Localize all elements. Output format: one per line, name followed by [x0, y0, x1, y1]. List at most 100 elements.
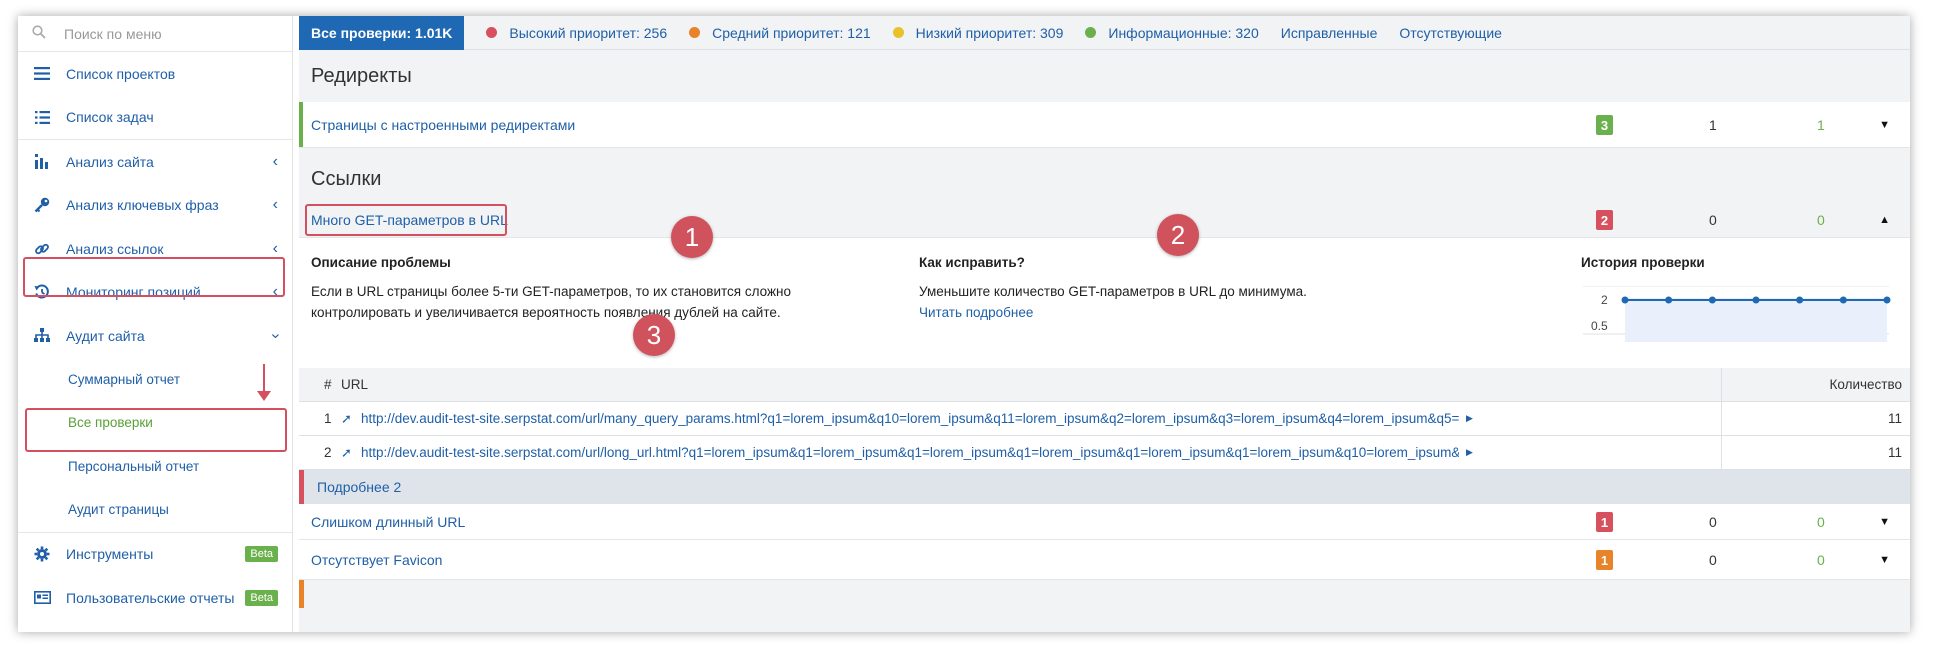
sidebar-item-label: Анализ сайта: [66, 153, 154, 170]
highlight-site-audit: [23, 257, 285, 297]
annotation-marker-1: 1: [671, 216, 713, 258]
check-row-label[interactable]: Слишком длинный URL: [311, 514, 465, 530]
orange-dot-icon: [689, 27, 701, 38]
check-row-long-url[interactable]: Слишком длинный URL 1 0 0 ▼: [299, 504, 1910, 540]
issue-count-badge: 2: [1596, 210, 1613, 230]
search-icon: [32, 25, 50, 42]
history-tick-top: 2: [1601, 293, 1608, 307]
sidebar-item-label: Анализ ключевых фраз: [66, 197, 219, 214]
app-frame: Поиск по меню Список проектов Список зад…: [18, 16, 1910, 632]
read-more-link[interactable]: Читать подробнее: [919, 305, 1033, 320]
beta-badge: Beta: [245, 589, 278, 606]
section-title-links: Ссылки: [311, 167, 382, 190]
section-title-redirects: Редиректы: [311, 64, 412, 87]
row-num: 2: [324, 445, 332, 460]
check-row-many-get-params[interactable]: Много GET-параметров в URL 2 0 0 ▲: [299, 202, 1910, 238]
sidebar-item-custom-reports[interactable]: Пользовательские отчеты Beta: [18, 576, 292, 620]
menu-search-placeholder: Поиск по меню: [64, 25, 162, 42]
sidebar-item-label: Аудит сайта: [66, 327, 145, 344]
history-point: [1752, 296, 1760, 304]
row-url-link[interactable]: http://dev.audit-test-site.serpstat.com/…: [361, 445, 1459, 460]
highlight-all-checks: [25, 408, 287, 452]
history-tick-bottom: 0.5: [1591, 319, 1608, 333]
col-divider: [1721, 436, 1722, 469]
count-b: 0: [1817, 513, 1825, 530]
expand-right-icon[interactable]: ▶: [1466, 413, 1473, 424]
menu-icon: [32, 67, 52, 81]
caret-down-icon[interactable]: ▼: [1879, 516, 1890, 528]
count-a: 0: [1709, 513, 1717, 530]
yellow-dot-icon: [892, 27, 904, 38]
check-details: Описание проблемы Если в URL страницы бо…: [299, 238, 1910, 368]
sidebar-item-label: Список задач: [66, 109, 154, 126]
sidebar-item-keywords[interactable]: Анализ ключевых фраз ‹: [18, 184, 292, 228]
sidebar: Поиск по меню Список проектов Список зад…: [18, 16, 293, 632]
tab-all-checks[interactable]: Все проверки: 1.01K: [299, 16, 465, 50]
issue-count-badge: 1: [1596, 512, 1613, 532]
chevron-left-icon: ‹: [272, 196, 278, 214]
chart-icon: [32, 154, 52, 170]
sidebar-item-site-audit[interactable]: Аудит сайта ‹: [18, 314, 292, 358]
count-a: 1: [1709, 116, 1717, 133]
filter-bar: Все проверки: 1.01K Высокий приоритет: 2…: [299, 16, 1910, 50]
sidebar-subitem-summary[interactable]: Суммарный отчет: [18, 358, 292, 402]
caret-down-icon[interactable]: ▼: [1879, 119, 1890, 131]
caret-down-icon[interactable]: ▼: [1879, 554, 1890, 566]
check-history: История проверки: [1581, 252, 1891, 281]
tab-low-priority[interactable]: Низкий приоритет: 309: [892, 24, 1064, 41]
issue-count-badge: 1: [1596, 550, 1613, 570]
history-chart: 2 0.5: [1583, 286, 1891, 342]
history-point: [1839, 296, 1847, 304]
link-icon: [32, 241, 52, 257]
tab-fixed[interactable]: Исправленные: [1281, 25, 1378, 41]
sidebar-item-site-analysis[interactable]: Анализ сайта ‹: [18, 140, 292, 184]
caret-up-icon[interactable]: ▲: [1879, 214, 1890, 226]
problem-text-line-1: Если в URL страницы более 5-ти GET-парам…: [311, 284, 791, 299]
col-divider: [1721, 368, 1722, 401]
col-url-header: URL: [341, 377, 369, 392]
list-icon: [32, 110, 52, 124]
check-row-missing-favicon[interactable]: Отсутствует Favicon 1 0 0 ▼: [299, 540, 1910, 580]
count-a: 0: [1709, 211, 1717, 228]
sidebar-subitem-page-audit[interactable]: Аудит страницы: [18, 488, 292, 532]
tab-informational[interactable]: Информационные: 320: [1085, 24, 1259, 41]
priority-bar: [299, 102, 303, 147]
issue-count-badge: 3: [1596, 115, 1613, 135]
tab-label: Информационные: 320: [1108, 24, 1259, 41]
row-count: 11: [1887, 445, 1902, 460]
menu-search[interactable]: Поиск по меню: [18, 16, 292, 52]
key-icon: [32, 197, 52, 213]
annotation-marker-3: 3: [633, 314, 675, 356]
sidebar-item-tools[interactable]: Инструменты Beta: [18, 533, 292, 577]
green-dot-icon: [1085, 27, 1097, 38]
history-heading: История проверки: [1581, 255, 1705, 270]
count-b: 0: [1817, 211, 1825, 228]
chevron-down-icon: ‹: [266, 333, 284, 339]
external-link-icon[interactable]: ➚: [341, 411, 352, 427]
fix-heading: Как исправить?: [919, 255, 1025, 270]
url-table-header: # URL Количество: [299, 368, 1910, 402]
tab-missing[interactable]: Отсутствующие: [1399, 25, 1502, 41]
sidebar-item-projects[interactable]: Список проектов: [18, 52, 292, 96]
row-url-link[interactable]: http://dev.audit-test-site.serpstat.com/…: [361, 411, 1459, 426]
sidebar-item-label: Пользовательские отчеты: [66, 589, 235, 606]
problem-description: Описание проблемы Если в URL страницы бо…: [311, 252, 851, 323]
history-point: [1796, 296, 1804, 304]
sidebar-item-tasks[interactable]: Список задач: [18, 96, 292, 140]
more-link[interactable]: Подробнее 2: [299, 470, 1910, 504]
sitemap-icon: [32, 328, 52, 343]
check-row-label[interactable]: Отсутствует Favicon: [311, 552, 442, 568]
table-row: 1 ➚ http://dev.audit-test-site.serpstat.…: [299, 402, 1910, 436]
row-count: 11: [1887, 411, 1902, 426]
chevron-left-icon: ‹: [272, 239, 278, 257]
check-row-redirects[interactable]: Страницы с настроенными редиректами 3 1 …: [299, 102, 1910, 148]
external-link-icon[interactable]: ➚: [341, 445, 352, 461]
problem-text-line-2: контролировать и увеличивается вероятнос…: [311, 305, 781, 320]
col-num-header: #: [324, 377, 332, 392]
check-row-label[interactable]: Страницы с настроенными редиректами: [311, 117, 575, 133]
tab-medium-priority[interactable]: Средний приоритет: 121: [689, 25, 871, 41]
expand-right-icon[interactable]: ▶: [1466, 447, 1473, 458]
tab-label: Низкий приоритет: 309: [915, 24, 1064, 41]
tab-high-priority[interactable]: Высокий приоритет: 256: [486, 25, 667, 41]
